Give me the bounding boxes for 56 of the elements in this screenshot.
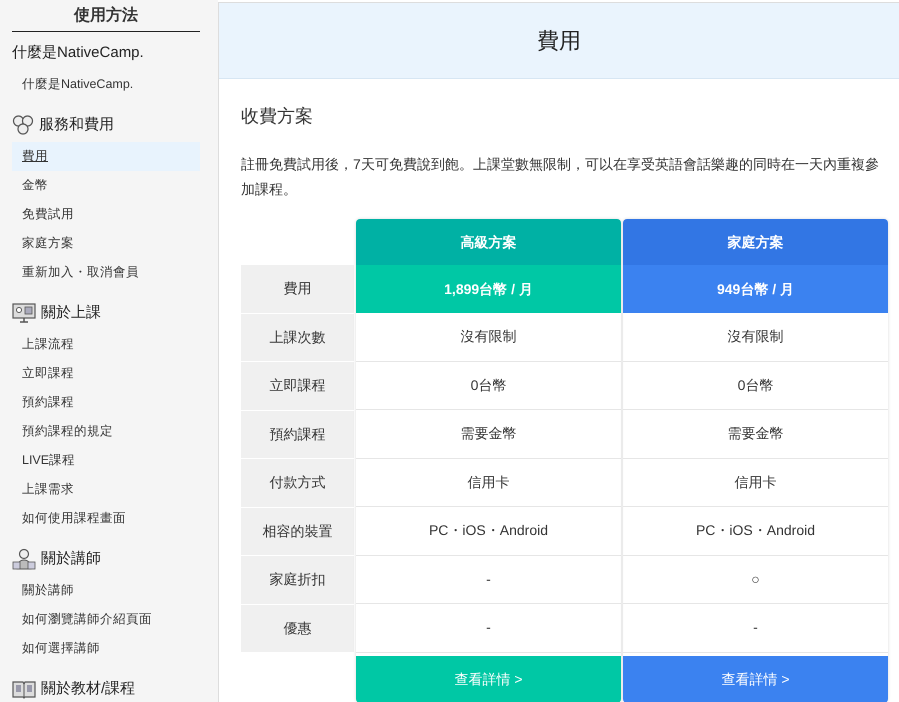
row-label: 預約課程 — [241, 410, 354, 459]
sidebar-link[interactable]: LIVE課程 — [12, 446, 200, 475]
plan-name: 家庭方案 — [623, 219, 888, 265]
sidebar-link[interactable]: 免費試用 — [12, 200, 200, 229]
table-cell: 沒有限制 — [623, 313, 888, 362]
row-label: 上課次數 — [241, 314, 354, 362]
table-cell: 信用卡 — [623, 458, 888, 507]
sidebar-link[interactable]: 上課需求 — [12, 475, 200, 504]
sidebar-link[interactable]: 如何選擇講師 — [12, 634, 200, 663]
page-title: 費用 — [219, 3, 899, 79]
sidebar-link[interactable]: 家庭方案 — [12, 229, 200, 258]
section-heading: 關於上課 — [41, 302, 101, 323]
row-label: 優惠 — [241, 604, 354, 653]
sidebar-link[interactable]: 關於講師 — [12, 576, 200, 605]
row-label: 付款方式 — [241, 459, 354, 508]
section-heading: 什麼是NativeCamp. — [12, 42, 144, 63]
sidebar-link[interactable]: 什麼是NativeCamp. — [12, 70, 200, 99]
sidebar-link[interactable]: 重新加入・取消會員 — [12, 258, 200, 287]
table-cell: 需要金幣 — [623, 410, 888, 458]
sidebar-link[interactable]: 上課流程 — [12, 330, 200, 359]
table-cell: 0台幣 — [356, 362, 621, 410]
plan-name: 高級方案 — [356, 219, 621, 265]
plan-price: 949台幣 / 月 — [623, 265, 888, 313]
row-label: 立即課程 — [241, 362, 354, 410]
sidebar-link[interactable]: 如何使用課程畫面 — [12, 504, 200, 533]
table-cell: 0台幣 — [623, 362, 888, 410]
plan-price: 1,899台幣 / 月 — [356, 265, 621, 313]
table-cell: 需要金幣 — [356, 410, 621, 458]
table-cell: - — [356, 556, 621, 604]
row-label: 家庭折扣 — [241, 556, 354, 604]
table-cell: PC・iOS・Android — [356, 507, 621, 556]
sidebar-link[interactable]: 立即課程 — [12, 359, 200, 388]
sidebar-link[interactable]: 預約課程的規定 — [12, 417, 200, 446]
table-cell: PC・iOS・Android — [623, 507, 888, 556]
row-label: 費用 — [241, 265, 354, 314]
description-text: 註冊免費試用後，7天可免費說到飽。上課堂數無限制，可以在享受英語會話樂趣的同時在一天內重複參加課程。 — [241, 155, 880, 199]
table-cell: 信用卡 — [356, 458, 621, 507]
table-cell: - — [623, 604, 888, 652]
details-button[interactable]: 查看詳情 > — [623, 656, 888, 702]
book-icon — [12, 679, 36, 699]
sidebar-link[interactable]: 費用 — [12, 142, 200, 171]
section-heading: 關於講師 — [41, 548, 101, 569]
sidebar-link[interactable]: 如何瀏覽講師介紹頁面 — [12, 605, 200, 634]
sidebar-link[interactable]: 金幣 — [12, 171, 200, 200]
table-cell: - — [356, 604, 621, 652]
section-title: 收費方案 — [241, 105, 314, 128]
monitor-icon — [12, 302, 36, 324]
sidebar-title: 使用方法 — [12, 0, 200, 32]
section-heading: 關於教材/課程 — [41, 678, 136, 699]
table-cell: 沒有限制 — [356, 313, 621, 362]
table-cell: ○ — [623, 556, 888, 604]
section-heading: 服務和費用 — [39, 114, 114, 135]
sidebar-link[interactable]: 預約課程 — [12, 388, 200, 417]
row-label: 相容的裝置 — [241, 508, 354, 556]
coins-icon — [12, 114, 34, 136]
teacher-icon — [12, 548, 36, 570]
